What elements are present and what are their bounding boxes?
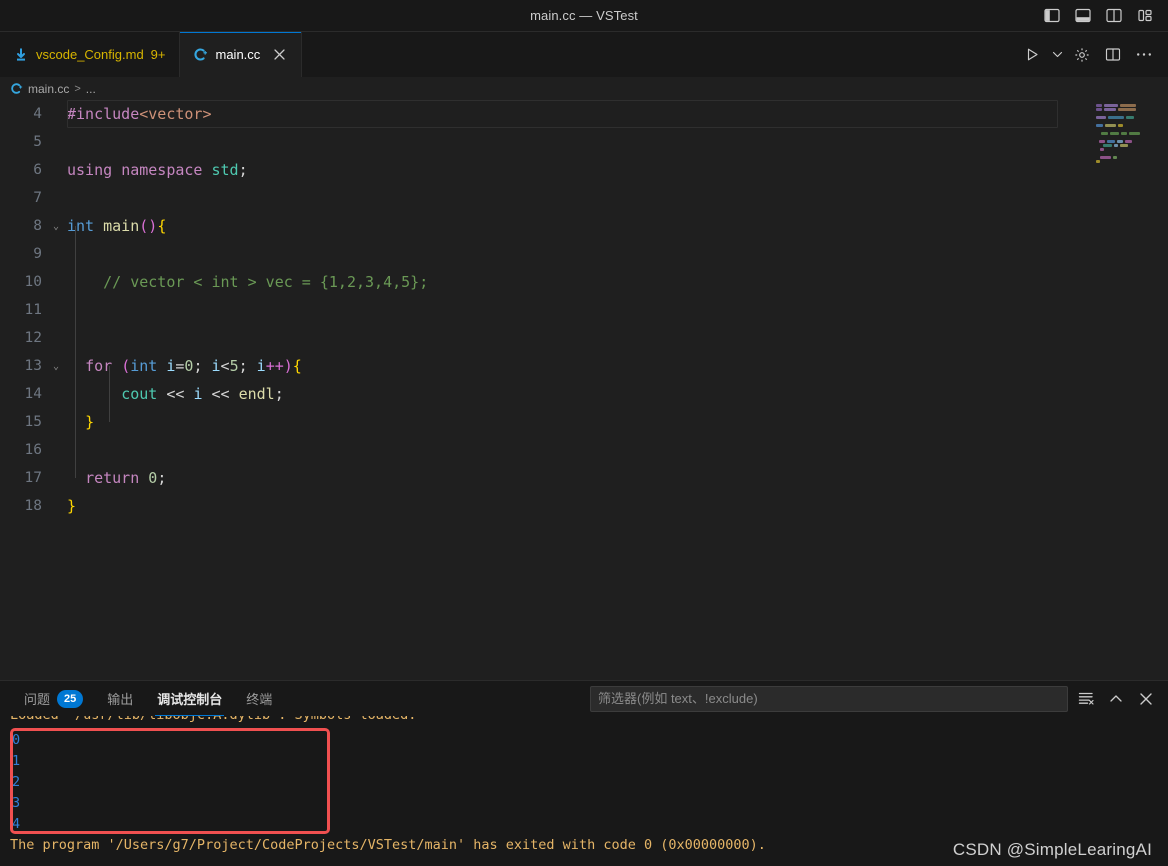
code-text: for (int i=0; i<5; i++){ bbox=[85, 357, 302, 375]
line-number: 15 bbox=[24, 414, 42, 430]
line-number: 17 bbox=[24, 470, 42, 486]
tab-label: main.cc bbox=[215, 47, 261, 62]
code-lines: 4 #include<vector> 5 6 using namespace std; 7… bbox=[0, 100, 1168, 680]
code-editor[interactable]: 4 #include<vector> 5 6 using namespace std; 7… bbox=[0, 100, 1168, 680]
line-number: 12 bbox=[24, 330, 42, 346]
panel-tab-list: 问题 25 输出 调试控制台 终端 bbox=[12, 681, 284, 716]
filter-box[interactable] bbox=[590, 685, 1068, 712]
code-text: cout << i << endl; bbox=[121, 385, 284, 403]
line-number: 16 bbox=[24, 442, 42, 458]
panel-tab-label: 终端 bbox=[246, 692, 273, 707]
close-panel-icon[interactable] bbox=[1134, 687, 1158, 711]
more-actions-icon[interactable] bbox=[1130, 41, 1158, 69]
code-text: return 0; bbox=[85, 469, 167, 487]
window-title: main.cc — VSTest bbox=[530, 8, 638, 23]
console-body: 0 1 2 3 4 The program '/Users/g7/Project/Code… bbox=[10, 716, 1168, 856]
code-line[interactable]: 18} bbox=[0, 492, 1168, 520]
run-code-icon[interactable] bbox=[1018, 41, 1046, 69]
breadcrumb-file-label: main.cc bbox=[28, 81, 70, 96]
line-number: 11 bbox=[24, 302, 42, 318]
clear-console-icon[interactable] bbox=[1074, 687, 1098, 711]
fold-chevron-down-icon[interactable]: ⌄ bbox=[45, 361, 67, 372]
customize-layout-icon[interactable] bbox=[1134, 5, 1156, 27]
breadcrumb-symbol[interactable]: ... bbox=[86, 82, 96, 96]
code-text: using namespace std; bbox=[67, 161, 248, 179]
code-text: int main(){ bbox=[67, 217, 167, 235]
toggle-panel-icon[interactable] bbox=[1072, 5, 1094, 27]
line-number: 18 bbox=[24, 498, 42, 514]
cpp-icon bbox=[10, 82, 23, 95]
line-number: 8 bbox=[33, 218, 42, 234]
code-line[interactable]: 16 bbox=[0, 436, 1168, 464]
panel-tab-label: 问题 bbox=[24, 692, 51, 707]
panel-tab-0[interactable]: 问题 25 bbox=[12, 681, 95, 716]
tab-vscode-config-md[interactable]: vscode_Config.md 9+ bbox=[0, 32, 180, 77]
tab-label: vscode_Config.md bbox=[36, 47, 144, 62]
breadcrumb-separator: > bbox=[74, 82, 81, 95]
code-line[interactable]: 5 bbox=[0, 128, 1168, 156]
editor-action-bar bbox=[1018, 32, 1168, 77]
bottom-panel: 问题25输出调试控制台终端 Loaded '/usr/lib/libobjc.A… bbox=[0, 680, 1168, 866]
code-text: // vector < int > vec = {1,2,3,4,5}; bbox=[67, 273, 429, 291]
panel-tab-1[interactable]: 输出 bbox=[95, 681, 145, 716]
code-line[interactable]: 12 bbox=[0, 324, 1168, 352]
code-text: } bbox=[85, 413, 95, 431]
breadcrumb-file[interactable]: main.cc bbox=[10, 82, 69, 96]
code-line[interactable]: 6 using namespace std; bbox=[0, 156, 1168, 184]
code-line[interactable]: 15 } bbox=[0, 408, 1168, 436]
console-output-line: 0 bbox=[12, 732, 21, 748]
code-line[interactable]: 9 bbox=[0, 240, 1168, 268]
console-output-line: 4 bbox=[12, 816, 21, 832]
watermark: CSDN @SimpleLearingAI bbox=[952, 840, 1152, 859]
tab-main-cc[interactable]: main.cc bbox=[179, 32, 303, 77]
code-line[interactable]: 10 // vector < int > vec = {1,2,3,4,5}; bbox=[0, 268, 1168, 296]
toggle-primary-sidebar-icon[interactable] bbox=[1041, 5, 1063, 27]
line-number: 14 bbox=[24, 386, 42, 402]
vscode-window: main.cc — VSTest vscode_Config.md 9+ mai… bbox=[0, 0, 1168, 866]
panel-tab-label: 输出 bbox=[107, 692, 134, 707]
maximize-panel-icon[interactable] bbox=[1104, 687, 1128, 711]
gear-icon[interactable] bbox=[1068, 41, 1096, 69]
filter-input[interactable] bbox=[598, 691, 1060, 706]
line-number: 7 bbox=[33, 190, 42, 206]
editor-tab-bar: vscode_Config.md 9+ main.cc bbox=[0, 32, 1168, 77]
markdown-download-icon bbox=[13, 47, 29, 63]
panel-actions bbox=[590, 685, 1168, 712]
console-output-line: 3 bbox=[12, 795, 21, 811]
code-text: } bbox=[67, 497, 77, 515]
code-text: #include<vector> bbox=[67, 105, 212, 123]
split-editor-icon[interactable] bbox=[1099, 41, 1127, 69]
breadcrumb: main.cc > ... bbox=[0, 77, 1168, 100]
code-line[interactable]: 13 ⌄ for (int i=0; i<5; i++){ bbox=[0, 352, 1168, 380]
code-line[interactable]: 14 cout << i << endl; bbox=[0, 380, 1168, 408]
line-number: 13 bbox=[24, 358, 42, 374]
panel-tab-2[interactable]: 调试控制台 bbox=[145, 681, 234, 716]
line-number: 5 bbox=[33, 134, 42, 150]
line-number: 4 bbox=[33, 106, 42, 122]
code-line[interactable]: 11 bbox=[0, 296, 1168, 324]
code-line[interactable]: 7 bbox=[0, 184, 1168, 212]
tab-list: vscode_Config.md 9+ main.cc bbox=[0, 32, 303, 77]
panel-tab-label: 调试控制台 bbox=[157, 692, 223, 707]
cpp-icon bbox=[193, 47, 209, 63]
code-line[interactable]: 4 #include<vector> bbox=[0, 100, 1168, 128]
line-number: 6 bbox=[33, 162, 42, 178]
tab-modified-badge: 9+ bbox=[150, 47, 166, 62]
console-output-line: 2 bbox=[12, 774, 21, 790]
line-number: 9 bbox=[33, 246, 42, 262]
toggle-secondary-sidebar-icon[interactable] bbox=[1103, 5, 1125, 27]
run-options-chevron-down-icon[interactable] bbox=[1049, 41, 1065, 69]
line-number: 10 bbox=[24, 274, 42, 290]
panel-header: 问题 25 输出 调试控制台 终端 bbox=[0, 681, 1168, 716]
tab-close-icon[interactable] bbox=[270, 46, 288, 64]
layout-controls bbox=[1041, 5, 1168, 27]
problems-count-badge: 25 bbox=[57, 689, 84, 708]
code-line[interactable]: 8 ⌄ int main(){ bbox=[0, 212, 1168, 240]
title-bar: main.cc — VSTest bbox=[0, 0, 1168, 32]
console-output-line: 1 bbox=[12, 753, 21, 769]
code-line[interactable]: 17 return 0; bbox=[0, 464, 1168, 492]
fold-chevron-down-icon[interactable]: ⌄ bbox=[45, 221, 67, 232]
panel-tab-3[interactable]: 终端 bbox=[234, 681, 284, 716]
